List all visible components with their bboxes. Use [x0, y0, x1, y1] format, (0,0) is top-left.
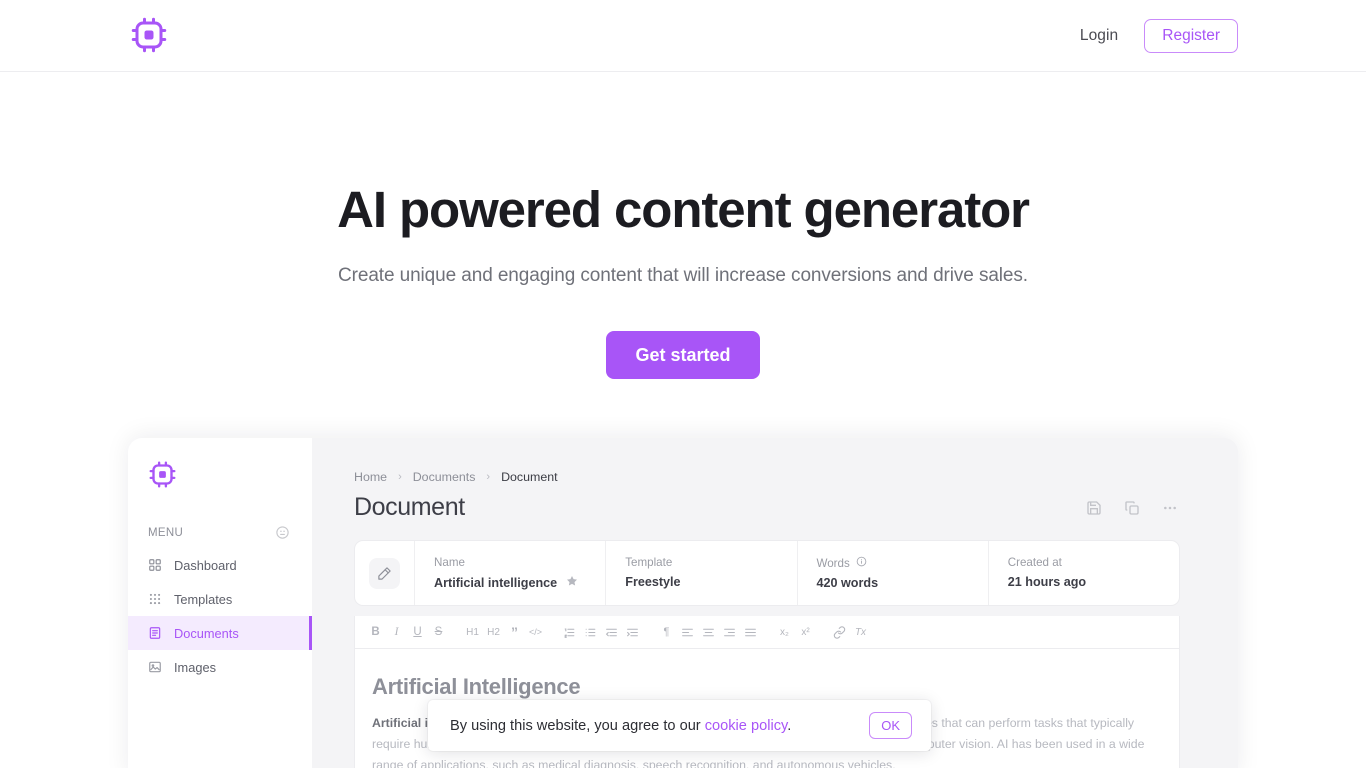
cookie-policy-link[interactable]: cookie policy	[705, 718, 787, 734]
document-actions	[1086, 500, 1178, 516]
cookie-ok-button[interactable]: OK	[869, 712, 912, 739]
meta-label: Name	[434, 556, 465, 569]
meta-value: Freestyle	[625, 575, 681, 589]
toolbar-clear-formatting-button[interactable]: Tx	[850, 622, 871, 643]
meta-field-name: Name Artificial intelligence	[415, 541, 607, 605]
cookie-consent-banner: By using this website, you agree to our …	[428, 700, 931, 751]
meta-value: 420 words	[816, 576, 879, 590]
toolbar-heading-2-button[interactable]: H2	[483, 622, 504, 643]
cookie-text-before: By using this website, you agree to our	[450, 717, 705, 734]
toolbar-bold-button[interactable]: B	[365, 622, 386, 643]
hero-section: AI powered content generator Create uniq…	[0, 72, 1366, 380]
collapse-circle-icon[interactable]	[275, 525, 290, 540]
document-meta-card: Name Artificial intelligence Template Fr…	[354, 540, 1180, 606]
toolbar-align-justify-button[interactable]	[740, 622, 761, 643]
sidebar-item-label: Images	[174, 659, 216, 675]
register-button[interactable]: Register	[1144, 18, 1238, 54]
document-list-icon	[148, 626, 163, 641]
pen-sparkle-icon	[369, 557, 400, 589]
menu-label: MENU	[148, 526, 184, 539]
sidebar-item-templates[interactable]: Templates	[128, 582, 312, 616]
landing-page: Login Register AI powered content genera…	[0, 0, 1366, 768]
toolbar-indent-decrease-button[interactable]	[601, 622, 622, 643]
sidebar-item-dashboard[interactable]: Dashboard	[128, 548, 312, 582]
star-icon[interactable]	[566, 575, 578, 590]
grid-9-dots-icon	[148, 592, 163, 607]
auth-actions: Login Register	[1076, 0, 1238, 72]
toolbar-superscript-button[interactable]: x²	[795, 622, 816, 643]
preview-sidebar: MENU Dashboard Templates Documents Image…	[128, 438, 312, 768]
toolbar-blockquote-button[interactable]: ”	[504, 622, 525, 643]
meta-value-wrapper: Artificial intelligence	[434, 575, 605, 590]
meta-field-created-at: Created at 21 hours ago	[989, 541, 1179, 605]
sidebar-menu-header: MENU	[148, 525, 290, 540]
get-started-button[interactable]: Get started	[606, 331, 760, 380]
cpu-chip-icon	[131, 17, 167, 58]
login-link[interactable]: Login	[1076, 21, 1122, 51]
meta-label-wrapper: Words	[817, 556, 988, 570]
sidebar-item-documents[interactable]: Documents	[128, 616, 312, 650]
page-title: Document	[354, 493, 465, 521]
toolbar-strikethrough-button[interactable]: S	[428, 622, 449, 643]
document-edit-cell[interactable]	[355, 541, 415, 605]
toolbar-ordered-list-button[interactable]	[559, 622, 580, 643]
sidebar-item-label: Templates	[174, 591, 233, 607]
meta-field-template: Template Freestyle	[606, 541, 798, 605]
more-options-icon[interactable]	[1162, 500, 1178, 516]
cpu-chip-icon	[149, 461, 176, 492]
chevron-right-icon: ›	[398, 471, 402, 483]
breadcrumb-item-home[interactable]: Home	[354, 470, 387, 484]
duplicate-icon[interactable]	[1124, 500, 1140, 516]
toolbar-align-right-button[interactable]	[719, 622, 740, 643]
hero-cta-wrapper: Get started	[0, 331, 1366, 380]
cookie-banner-text: By using this website, you agree to our …	[450, 718, 791, 734]
image-icon	[148, 660, 163, 675]
preview-logo[interactable]	[149, 461, 177, 489]
editor-toolbar: B I U S H1 H2 ” </> ¶ x₂ x² Tx	[354, 616, 1180, 649]
meta-label: Created at	[1007, 556, 1062, 569]
hero-title: AI powered content generator	[337, 181, 1030, 238]
meta-label: Template	[625, 556, 673, 569]
breadcrumb-item-current: Document	[501, 470, 558, 484]
cookie-text-after: .	[787, 717, 792, 734]
breadcrumb: Home › Documents › Document	[354, 470, 1238, 484]
brand-logo[interactable]	[130, 17, 168, 58]
meta-field-words: Words 420 words	[798, 541, 989, 605]
toolbar-italic-button[interactable]: I	[386, 622, 407, 643]
chevron-right-icon: ›	[486, 471, 491, 483]
sidebar-item-images[interactable]: Images	[128, 650, 312, 684]
sidebar-item-label: Dashboard	[174, 557, 237, 573]
toolbar-indent-increase-button[interactable]	[622, 622, 643, 643]
toolbar-align-left-button[interactable]	[677, 622, 698, 643]
meta-value: 21 hours ago	[1007, 575, 1087, 589]
toolbar-subscript-button[interactable]: x₂	[774, 622, 795, 643]
save-icon[interactable]	[1086, 500, 1102, 516]
breadcrumb-item-documents[interactable]: Documents	[413, 470, 476, 484]
meta-label: Words	[816, 556, 850, 570]
toolbar-heading-1-button[interactable]: H1	[462, 622, 483, 643]
info-icon[interactable]	[856, 556, 867, 570]
toolbar-text-direction-button[interactable]: ¶	[656, 622, 677, 643]
hero-subtitle: Create unique and engaging content that …	[338, 265, 1028, 287]
document-header: Document	[354, 493, 1238, 522]
meta-value: Artificial intelligence	[434, 575, 558, 590]
toolbar-underline-button[interactable]: U	[407, 622, 428, 643]
toolbar-align-center-button[interactable]	[698, 622, 719, 643]
toolbar-bullet-list-button[interactable]	[580, 622, 601, 643]
toolbar-insert-link-button[interactable]	[829, 622, 850, 643]
top-navigation-bar: Login Register	[0, 0, 1366, 72]
toolbar-code-block-button[interactable]: </>	[525, 622, 546, 643]
grid-4-icon	[148, 558, 163, 573]
sidebar-item-label: Documents	[174, 625, 239, 641]
editor-heading: Artificial Intelligence	[372, 674, 581, 699]
